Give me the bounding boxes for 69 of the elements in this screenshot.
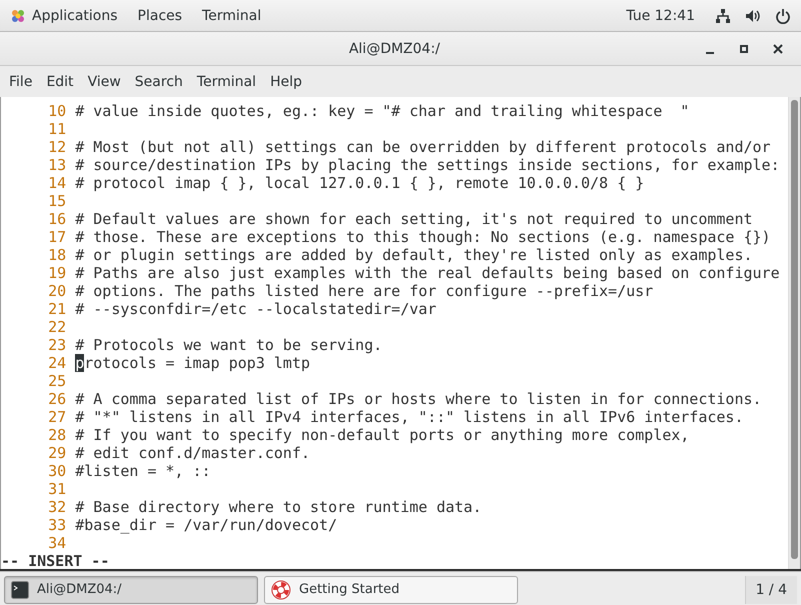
clock[interactable]: Tue 12:41	[626, 8, 695, 24]
line-number: 23	[47, 336, 68, 354]
close-icon	[772, 42, 784, 54]
line-number: 24	[47, 354, 68, 372]
code-line: # options. The paths listed here are for configure --prefix=/usr	[75, 282, 654, 300]
line-number: 15	[47, 192, 68, 210]
line-number: 13	[47, 156, 68, 174]
mode-indicator: -- INSERT --	[1, 552, 110, 570]
code-line: # those. These are exceptions to this though: No sections (e.g. namespace {})	[75, 228, 771, 246]
top-menu[interactable]: Terminal	[196, 8, 276, 24]
menu-item[interactable]: View	[80, 74, 128, 90]
line-number: 21	[47, 300, 68, 318]
code-line: # --sysconfdir=/etc --localstatedir=/var	[75, 300, 436, 318]
menu-item[interactable]: File	[2, 74, 40, 90]
code-line: # Default values are shown for each setting, it's not required to uncomment	[75, 210, 753, 228]
line-number: 17	[47, 228, 68, 246]
maximize-icon	[738, 42, 750, 54]
lifebuoy-icon	[271, 580, 291, 600]
line-number: 14	[47, 174, 68, 192]
line-number: 27	[47, 408, 68, 426]
line-number: 20	[47, 282, 68, 300]
line-number: 28	[47, 426, 68, 444]
line-number: 18	[47, 246, 68, 264]
code-line: # Most (but not all) settings can be overridden by different protocols and/or	[75, 138, 771, 156]
line-number: 12	[47, 138, 68, 156]
line-number: 25	[47, 372, 68, 390]
code-line: # Protocols we want to be serving.	[75, 336, 382, 354]
line-number: 26	[47, 390, 68, 408]
code-line: # "*" listens in all IPv4 interfaces, "::" listens in all IPv6 interfaces.	[75, 408, 744, 426]
workspace-indicator[interactable]: 1 / 4	[744, 576, 797, 604]
taskbar-window-button[interactable]: Ali@DMZ04:/	[4, 576, 258, 604]
line-number: 16	[47, 210, 68, 228]
window-title: Ali@DMZ04:/	[348, 40, 442, 56]
code-line: # or plugin settings are added by default, they're listed only as examples.	[75, 246, 753, 264]
volume-icon	[745, 8, 761, 24]
code-line: # Paths are also just examples with the real defaults being based on configure	[75, 264, 780, 282]
minimize-icon	[706, 52, 714, 54]
line-number: 22	[47, 318, 68, 336]
line-number: 32	[47, 498, 68, 516]
code-line: #base_dir = /var/run/dovecot/	[75, 516, 338, 534]
code-line: # value inside quotes, eg.: key = "# char and trailing whitespace "	[75, 102, 690, 120]
code-line: # source/destination IPs by placing the settings inside sections, for example:	[75, 156, 780, 174]
top-menu[interactable]: Applications	[26, 8, 132, 24]
terminal-icon	[11, 580, 29, 598]
network-icon	[715, 8, 731, 24]
menu-item[interactable]: Search	[128, 74, 190, 90]
code-line: # protocol imap { }, local 127.0.0.1 { }, remote 10.0.0.0/8 { }	[75, 174, 644, 192]
line-number: 31	[47, 480, 68, 498]
code-line: #listen = *, ::	[75, 462, 211, 480]
menu-item[interactable]: Edit	[39, 74, 81, 90]
code-line: # If you want to specify non-default ports or anything more complex,	[75, 426, 690, 444]
code-line: # Base directory where to store runtime data.	[75, 498, 482, 516]
line-number: 10	[47, 102, 68, 120]
line-number: 19	[47, 264, 68, 282]
menu-item[interactable]: Terminal	[190, 74, 264, 90]
line-number: 33	[47, 516, 68, 534]
top-menu[interactable]: Places	[132, 8, 196, 24]
menu-item[interactable]: Help	[263, 74, 309, 90]
line-number: 11	[47, 120, 68, 138]
code-line: protocols = imap pop3 lmtp	[75, 354, 310, 372]
scrollbar-thumb[interactable]	[791, 100, 798, 559]
line-number: 29	[47, 444, 68, 462]
line-number: 30	[47, 462, 68, 480]
taskbar-window-button[interactable]: Getting Started	[264, 576, 518, 604]
apps-icon	[10, 8, 26, 24]
power-icon	[775, 8, 791, 24]
code-line: # edit conf.d/master.conf.	[75, 444, 310, 462]
line-number: 34	[47, 534, 68, 552]
code-line: # A comma separated list of IPs or hosts where to listen in for connections.	[75, 390, 762, 408]
